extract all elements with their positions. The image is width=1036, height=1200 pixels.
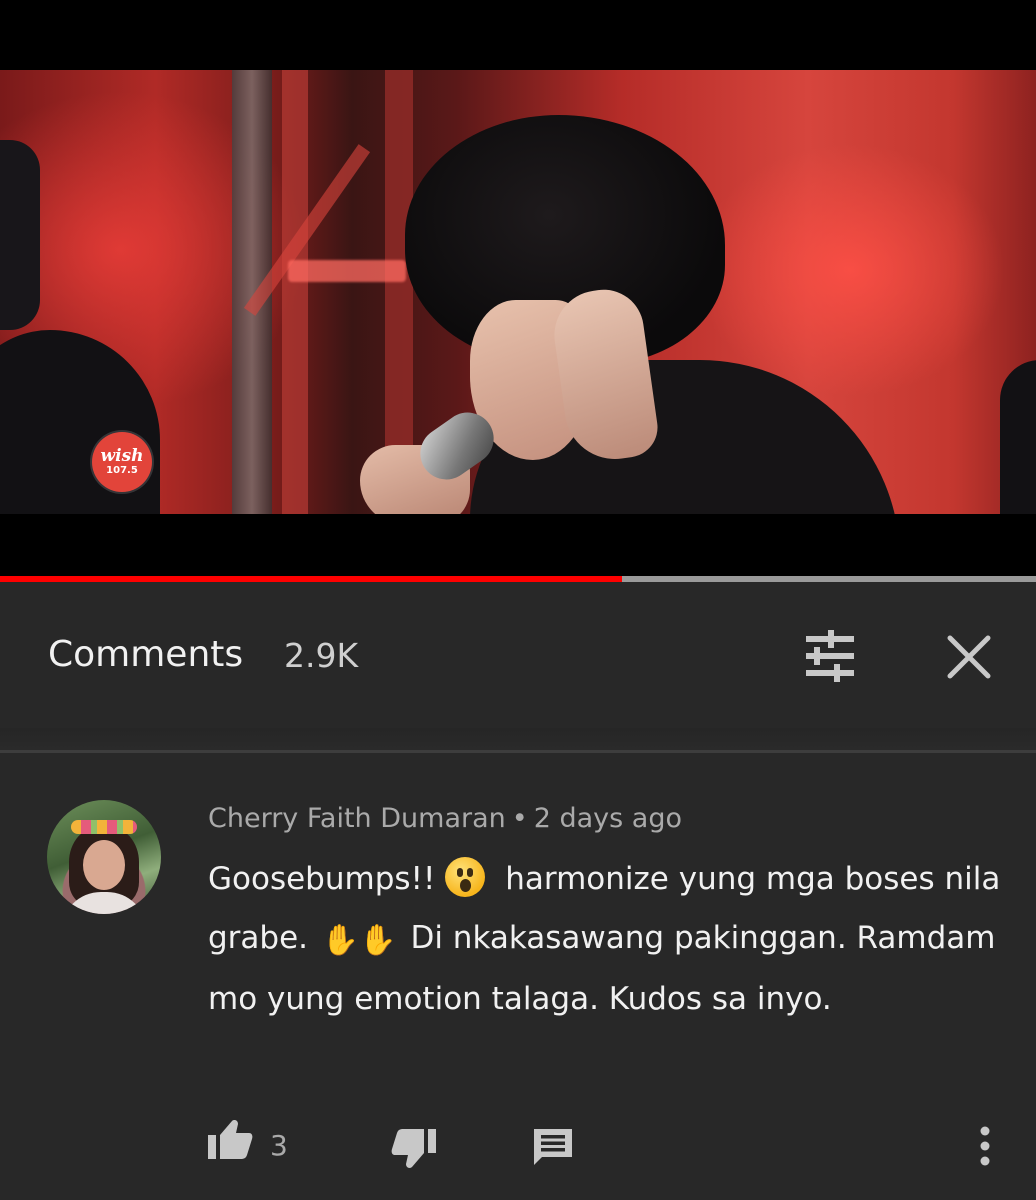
avatar-flower-crown <box>71 820 137 834</box>
like-count: 3 <box>270 1129 288 1162</box>
avatar-face <box>83 840 125 890</box>
comments-count: 2.9K <box>284 636 359 675</box>
video-player[interactable]: wish 107.5 <box>0 0 1036 582</box>
like-button[interactable] <box>206 1117 254 1163</box>
logo-line1: wish <box>100 445 144 466</box>
more-button[interactable] <box>970 1123 1000 1169</box>
sort-button[interactable] <box>798 626 862 686</box>
close-icon <box>947 635 991 679</box>
reply-comment-icon <box>534 1129 572 1165</box>
divider <box>0 750 1036 753</box>
header-shadow <box>0 728 1036 750</box>
comment-author[interactable]: Cherry Faith Dumaran <box>208 803 506 834</box>
astonished-face-icon <box>445 857 486 897</box>
thumbs-up-icon <box>208 1120 253 1159</box>
close-button[interactable] <box>940 628 998 686</box>
avatar[interactable] <box>47 800 161 914</box>
comment-text: Goosebumps!! harmonize yung mga boses ni… <box>208 850 1008 1029</box>
dislike-button[interactable] <box>390 1125 438 1171</box>
thumbs-down-icon <box>391 1129 436 1168</box>
meta-separator: • <box>511 803 528 834</box>
comments-header: Comments 2.9K <box>0 582 1036 730</box>
stage-truss <box>282 70 308 514</box>
band-member-right <box>1000 360 1036 514</box>
logo-line2: 107.5 <box>106 464 138 476</box>
sort-sliders-icon <box>806 630 854 682</box>
video-frame[interactable]: wish 107.5 <box>0 70 1036 514</box>
comment-text-part1: Goosebumps!! <box>208 861 436 897</box>
comment-actions: 3 <box>0 1115 1036 1175</box>
comment-meta: Cherry Faith Dumaran • 2 days ago <box>208 803 682 834</box>
comments-title: Comments <box>48 634 244 675</box>
stage-light <box>288 260 406 282</box>
reply-button[interactable] <box>532 1127 574 1167</box>
band-member-left <box>0 140 40 330</box>
clapping-hands-icon: ✋✋ <box>321 923 397 958</box>
comment-time: 2 days ago <box>533 803 682 834</box>
channel-logo: wish 107.5 <box>92 432 152 492</box>
more-vert-icon <box>980 1126 990 1166</box>
